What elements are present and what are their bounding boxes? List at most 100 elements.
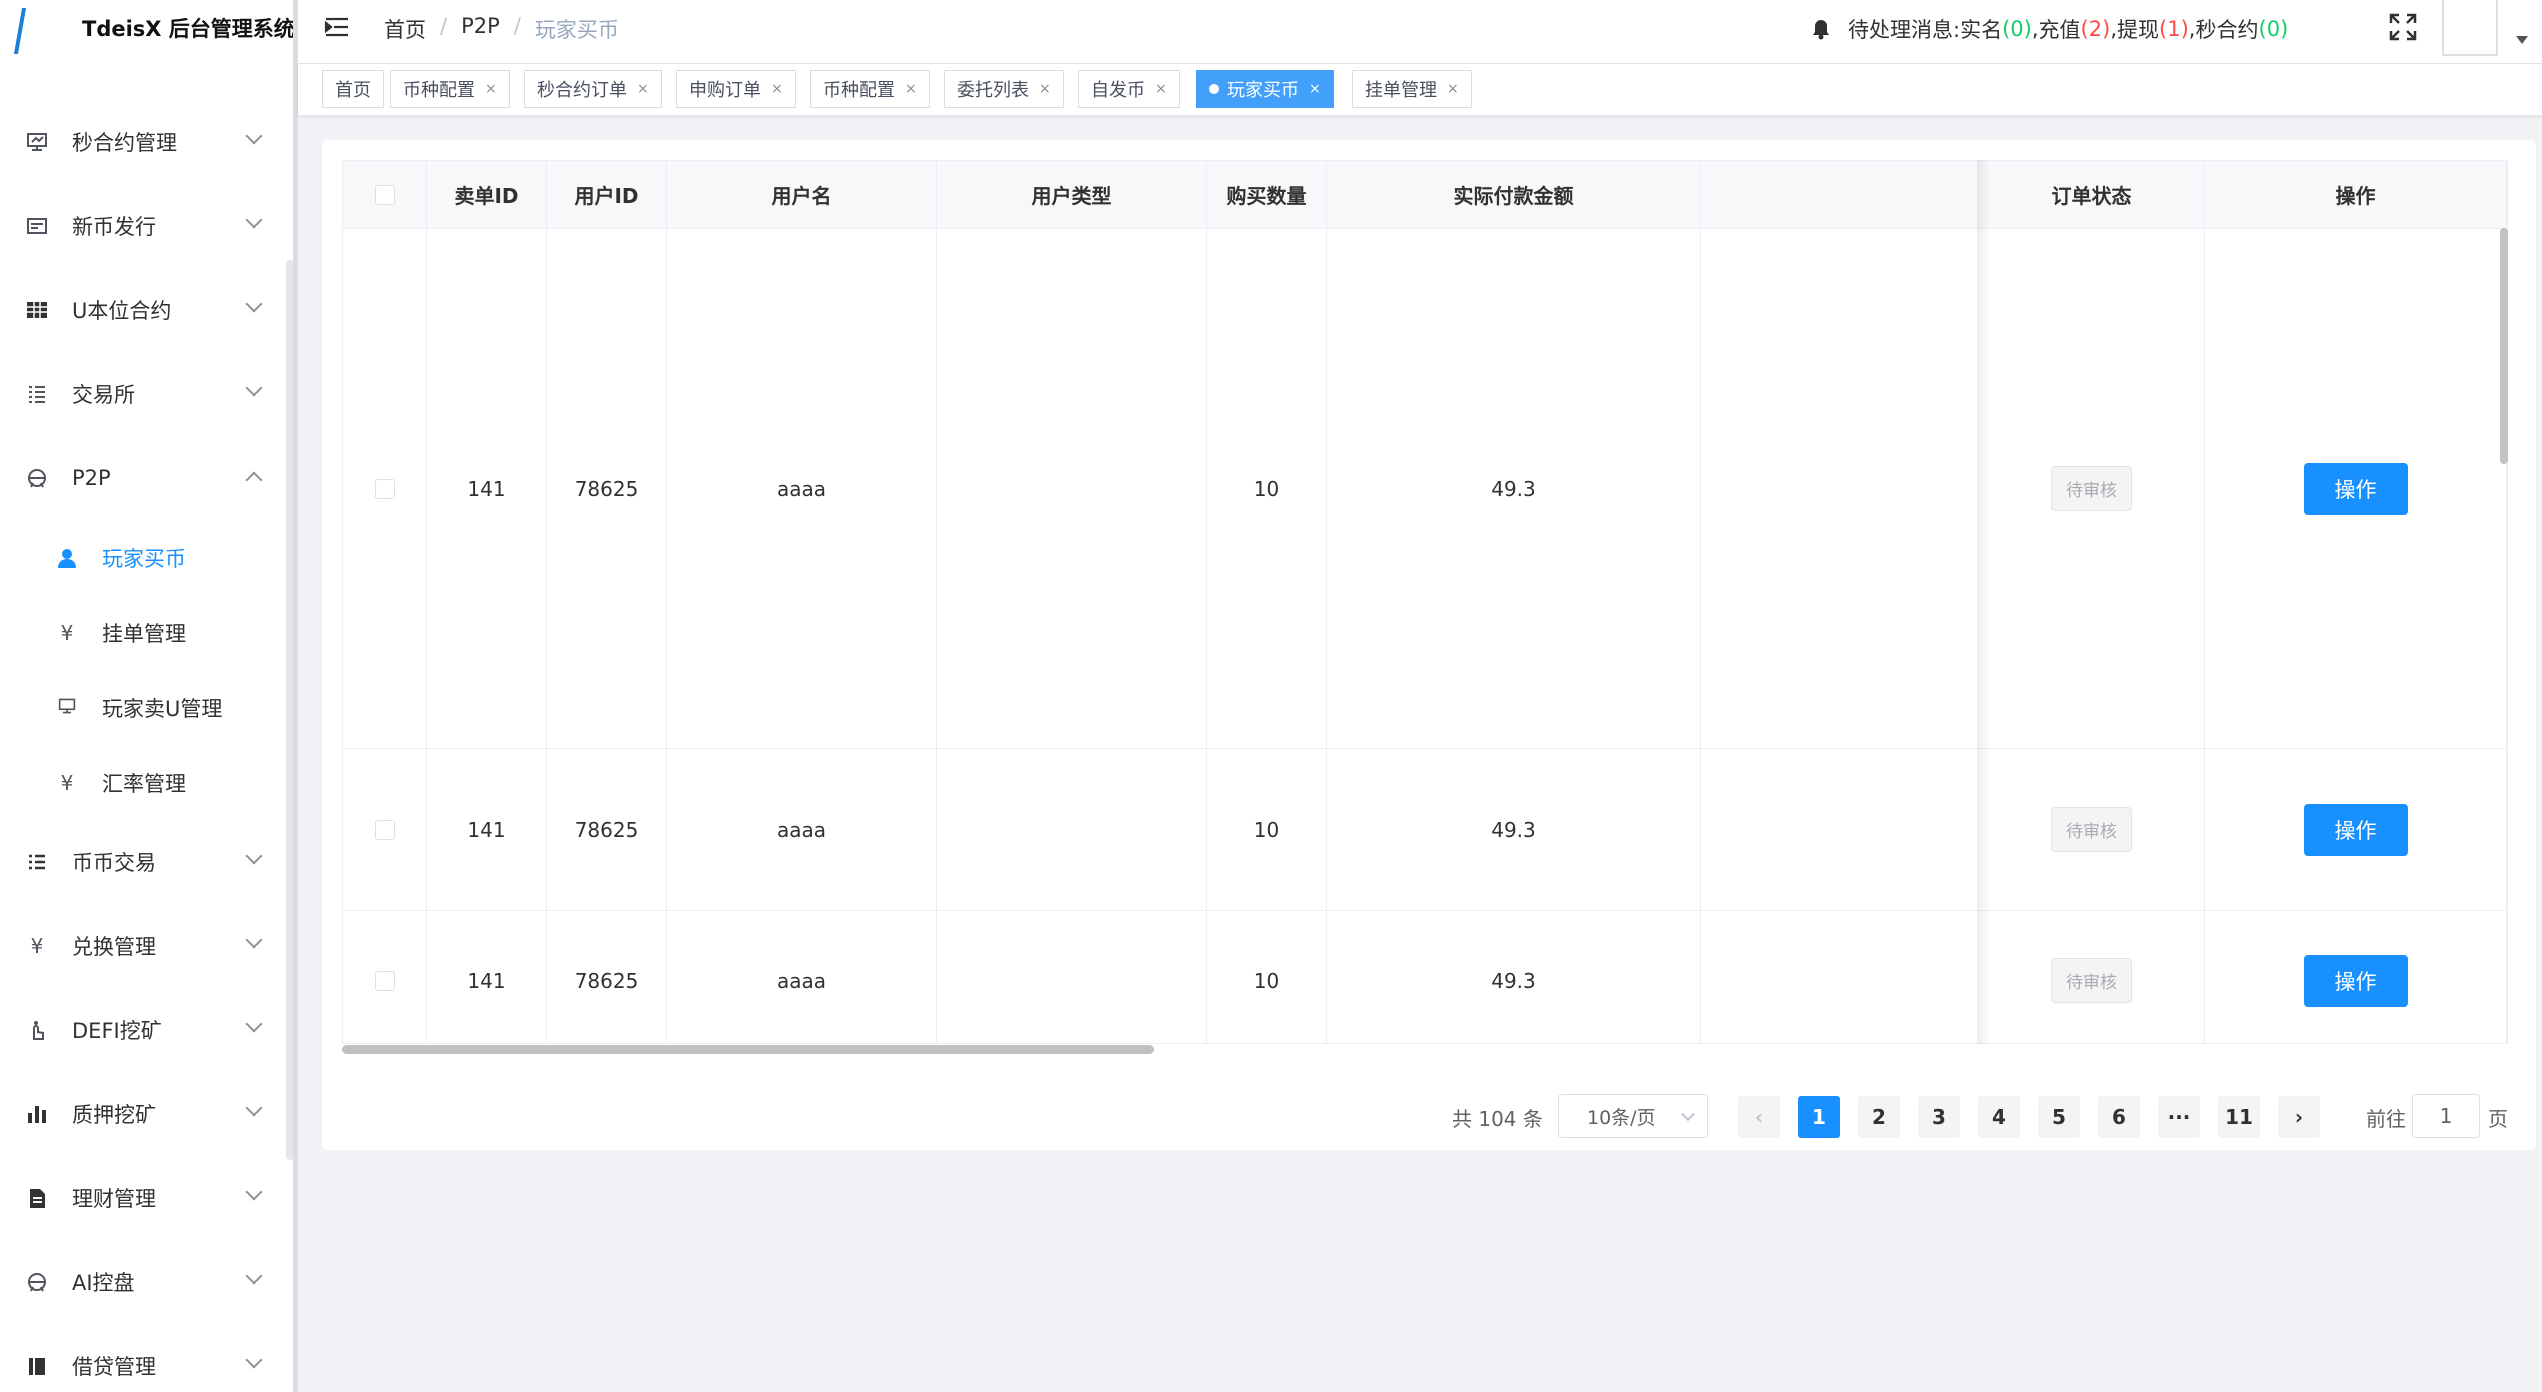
col-status: 订单状态 (1979, 161, 2205, 229)
caret-down-icon[interactable] (2516, 36, 2528, 44)
close-icon[interactable]: × (905, 81, 917, 97)
close-icon[interactable]: × (1039, 81, 1051, 97)
row-checkbox[interactable] (374, 970, 395, 991)
close-icon[interactable]: × (771, 81, 783, 97)
page-size-select[interactable]: 10条/页 (1558, 1094, 1708, 1138)
row-checkbox[interactable] (374, 819, 395, 840)
tag-order-manage[interactable]: 挂单管理 × (1352, 70, 1472, 108)
menu-fold-icon[interactable] (324, 14, 350, 40)
sidebar-subitem-player-buy[interactable]: 玩家买币 (0, 520, 293, 595)
user-icon (56, 547, 78, 569)
page-more-button[interactable]: ··· (2158, 1096, 2200, 1138)
sidebar-item-label: 币币交易 (72, 851, 156, 875)
cell-sell-id: 141 (427, 911, 547, 1043)
sidebar-item-ai[interactable]: AI控盘 (0, 1240, 293, 1324)
close-icon[interactable]: × (637, 81, 649, 97)
row-checkbox[interactable] (374, 478, 395, 499)
sidebar-item-staking[interactable]: 质押挖矿 (0, 1072, 293, 1156)
close-icon[interactable]: × (1309, 81, 1321, 97)
breadcrumb-home[interactable]: 首页 (384, 14, 426, 44)
sidebar-item-new-coin[interactable]: 新币发行 (0, 184, 293, 268)
tag-coin-config-2[interactable]: 币种配置 × (810, 70, 930, 108)
tag-second-orders[interactable]: 秒合约订单 × (524, 70, 662, 108)
logo-mark (13, 8, 27, 54)
goto-label: 前往 (2366, 1106, 2406, 1131)
select-all-checkbox[interactable] (374, 184, 395, 205)
cell-username: aaaa (667, 911, 937, 1043)
tag-self-coin[interactable]: 自发币 × (1078, 70, 1180, 108)
next-page-button[interactable]: › (2278, 1096, 2320, 1138)
notice-realname-label[interactable]: 实名 (1960, 14, 2002, 44)
page-3-button[interactable]: 3 (1918, 1096, 1960, 1138)
breadcrumb-p2p[interactable]: P2P (461, 14, 500, 44)
fullscreen-icon[interactable] (2388, 12, 2418, 42)
close-icon[interactable]: × (485, 81, 497, 97)
monitor-icon (26, 131, 48, 153)
tag-label: 自发币 (1091, 80, 1145, 101)
col-amount: 实际付款金额 (1327, 161, 1701, 229)
sidebar-item-swap[interactable]: ¥ 兑换管理 (0, 904, 293, 988)
operate-button[interactable]: 操作 (2303, 462, 2408, 515)
sidebar-item-spot[interactable]: 币币交易 (0, 820, 293, 904)
sidebar-subitem-orders[interactable]: ¥ 挂单管理 (0, 595, 293, 670)
notice-label: 待处理消息: (1848, 18, 1961, 42)
notice-realname-count: 0 (2010, 17, 2024, 41)
sidebar-item-label: AI控盘 (72, 1271, 135, 1295)
cell-amount: 49.3 (1327, 229, 1701, 749)
book-icon (26, 1355, 48, 1377)
chevron-up-icon (245, 471, 263, 489)
tag-coin-config[interactable]: 币种配置 × (390, 70, 510, 108)
tag-label: 币种配置 (823, 80, 895, 101)
cell-user-type (937, 749, 1207, 911)
page-4-button[interactable]: 4 (1978, 1096, 2020, 1138)
notice-second-label[interactable]: 秒合约 (2195, 14, 2258, 44)
bell-icon[interactable] (1810, 18, 1832, 40)
col-username: 用户名 (667, 161, 937, 229)
table-icon (26, 299, 48, 321)
notice-withdraw-label[interactable]: 提现 (2117, 14, 2159, 44)
chevron-down-icon (245, 295, 263, 313)
sidebar-item-u-contract[interactable]: U本位合约 (0, 268, 293, 352)
operate-button[interactable]: 操作 (2303, 954, 2408, 1007)
sidebar-scrollbar[interactable] (286, 260, 293, 1160)
sidebar-subitem-player-sell-u[interactable]: 玩家卖U管理 (0, 670, 293, 745)
cell-user-id: 78625 (547, 229, 667, 749)
table-horizontal-scrollbar[interactable] (342, 1045, 1154, 1054)
sidebar-item-p2p[interactable]: P2P (0, 436, 293, 520)
list-icon (26, 383, 48, 405)
sidebar-item-finance[interactable]: 理财管理 (0, 1156, 293, 1240)
sidebar-item-label: 质押挖矿 (72, 1103, 156, 1127)
page-11-button[interactable]: 11 (2218, 1096, 2260, 1138)
prev-page-button[interactable]: ‹ (1738, 1096, 1780, 1138)
cell-operation: 操作 (2205, 911, 2507, 1043)
goto-page-input[interactable]: 1 (2412, 1094, 2480, 1138)
page-2-button[interactable]: 2 (1858, 1096, 1900, 1138)
breadcrumb-separator: / (513, 14, 521, 38)
sidebar-item-defi[interactable]: DEFI挖矿 (0, 988, 293, 1072)
page-6-button[interactable]: 6 (2098, 1096, 2140, 1138)
page-5-button[interactable]: 5 (2038, 1096, 2080, 1138)
tag-home[interactable]: 首页 (322, 70, 384, 108)
table-vertical-scrollbar[interactable] (2500, 228, 2508, 464)
tag-subscribe-orders[interactable]: 申购订单 × (676, 70, 796, 108)
page-unit-label: 页 (2488, 1106, 2508, 1131)
sidebar-item-exchange[interactable]: 交易所 (0, 352, 293, 436)
tag-player-buy[interactable]: 玩家买币 × (1196, 70, 1334, 108)
tag-entrust-list[interactable]: 委托列表 × (944, 70, 1064, 108)
monitor-small-icon (56, 697, 78, 719)
avatar[interactable] (2442, 0, 2498, 56)
cell-sell-id: 141 (427, 229, 547, 749)
operate-button[interactable]: 操作 (2303, 803, 2408, 856)
app-title: TdeisX 后台管理系统 (82, 17, 295, 41)
close-icon[interactable]: × (1447, 81, 1459, 97)
sidebar-item-loan[interactable]: 借贷管理 (0, 1324, 293, 1392)
notice-recharge-label[interactable]: 充值 (2039, 14, 2081, 44)
close-icon[interactable]: × (1155, 81, 1167, 97)
sidebar-subitem-rate[interactable]: ¥ 汇率管理 (0, 745, 293, 820)
sidebar-item-label: P2P (72, 466, 111, 490)
page-1-button[interactable]: 1 (1798, 1096, 1840, 1138)
cell-user-id: 78625 (547, 911, 667, 1043)
card-icon (26, 215, 48, 237)
cell-user-type (937, 911, 1207, 1043)
sidebar-item-second-contract[interactable]: 秒合约管理 (0, 100, 293, 184)
